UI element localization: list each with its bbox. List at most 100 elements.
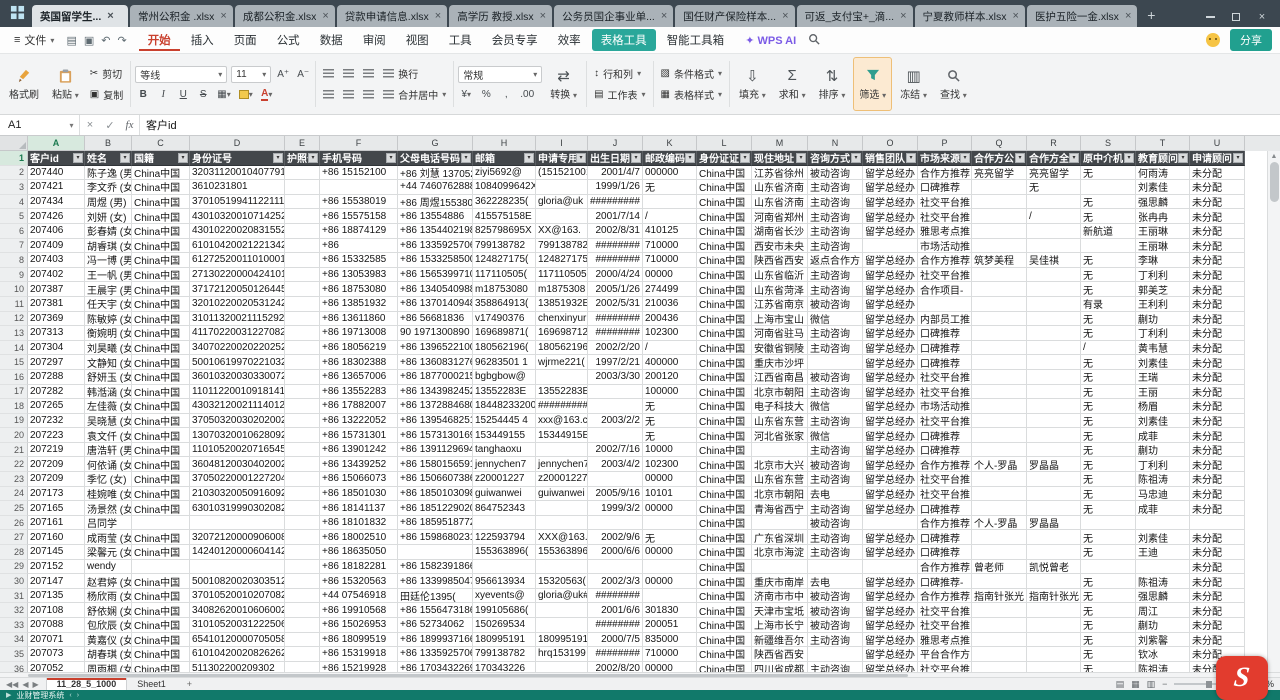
cell[interactable] — [536, 370, 588, 385]
cell[interactable]: 田廷伦1395( — [398, 589, 473, 604]
decimal-buttons[interactable]: .00 — [518, 87, 536, 103]
cell[interactable] — [588, 560, 643, 575]
cell[interactable] — [285, 516, 320, 531]
cell[interactable]: / — [643, 209, 697, 224]
cell[interactable]: 1999/3/2 — [588, 501, 643, 516]
cell[interactable]: 10000 — [643, 443, 697, 458]
cell[interactable]: 王瑞 — [1136, 370, 1190, 385]
filter-dropdown-icon[interactable]: ▾ — [851, 153, 861, 163]
cell[interactable] — [1027, 297, 1081, 312]
row-number[interactable]: 3 — [0, 180, 28, 195]
cell[interactable]: 无 — [643, 399, 697, 414]
file-tab[interactable]: 高学历 教授.xlsx× — [449, 5, 552, 27]
cell[interactable]: 王一帆 (男 — [85, 268, 132, 283]
header-cell[interactable]: 合作方全▾ — [1027, 151, 1081, 166]
cell[interactable]: 唐浩轩 (男 — [85, 443, 132, 458]
cell[interactable] — [1027, 633, 1081, 648]
cell[interactable]: China中国 — [697, 385, 752, 400]
cell[interactable]: China中国 — [697, 312, 752, 327]
cell[interactable]: China中国 — [132, 428, 190, 443]
cell[interactable]: 无 — [1081, 662, 1136, 672]
cell[interactable]: China中国 — [697, 253, 752, 268]
cell[interactable]: China中国 — [697, 166, 752, 181]
cell[interactable]: 无 — [643, 530, 697, 545]
header-cell[interactable]: 身份证证▾ — [697, 151, 752, 166]
cell[interactable]: 黄韦慧 — [1136, 341, 1190, 356]
cell[interactable] — [1027, 399, 1081, 414]
cell[interactable]: 凯悦曾老 — [1027, 560, 1081, 575]
conditional-format-button[interactable]: ▧条件格式▾ — [658, 65, 725, 82]
cell[interactable]: +86 18101832 — [320, 516, 398, 531]
cell[interactable]: China中国 — [697, 282, 752, 297]
cell[interactable]: China中国 — [697, 414, 752, 429]
cell[interactable]: 未分配 — [1190, 530, 1245, 545]
cell[interactable]: 微信 — [808, 399, 863, 414]
taskbar-app-label[interactable]: 业财管理系统 — [16, 690, 64, 700]
cell[interactable]: 180995191 — [536, 633, 588, 648]
cell[interactable]: China中国 — [132, 297, 190, 312]
cell[interactable] — [752, 516, 808, 531]
cell[interactable]: 罗晶晶 — [1027, 516, 1081, 531]
header-cell[interactable]: 申请专用▾ — [536, 151, 588, 166]
close-tab-icon[interactable]: × — [900, 10, 906, 22]
cell[interactable]: +86 18302388 — [320, 355, 398, 370]
cell[interactable]: 留学总经办 — [863, 297, 918, 312]
cell[interactable] — [285, 370, 320, 385]
cell[interactable]: 310113200211152925 — [190, 312, 285, 327]
cell[interactable] — [972, 487, 1027, 502]
vertical-scroll-thumb[interactable] — [1270, 162, 1279, 202]
cell[interactable]: 207282 — [28, 385, 85, 400]
cell[interactable]: 无 — [1081, 209, 1136, 224]
cell[interactable]: 市场活动推 — [918, 239, 972, 254]
cell[interactable] — [643, 560, 697, 575]
filter-dropdown-icon[interactable]: ▾ — [1124, 153, 1134, 163]
menu-item[interactable]: 工具 — [440, 29, 481, 51]
table-style-button[interactable]: ▦表格样式▾ — [658, 86, 725, 103]
cell[interactable] — [972, 428, 1027, 443]
cell[interactable]: 未分配 — [1190, 166, 1245, 181]
cell[interactable]: 被动咨询 — [808, 457, 863, 472]
cell[interactable] — [1081, 180, 1136, 195]
cell[interactable]: 2000/4/24 — [588, 268, 643, 283]
cell[interactable]: 钦冰 — [1136, 647, 1190, 662]
cell[interactable] — [285, 282, 320, 297]
cell[interactable]: 无 — [643, 414, 697, 429]
cell[interactable]: 北京市朝阳 — [752, 385, 808, 400]
cell[interactable]: China中国 — [132, 385, 190, 400]
file-tab[interactable]: 国任财产保险样本...× — [675, 5, 794, 27]
cell[interactable]: 刘妍 (女) — [85, 209, 132, 224]
header-cell[interactable]: 原中介机▾ — [1081, 151, 1136, 166]
cell[interactable]: 山东省济南 — [752, 195, 808, 210]
cell[interactable]: 612725200110100019 — [190, 253, 285, 268]
header-cell[interactable]: 咨询方式▾ — [808, 151, 863, 166]
cell[interactable]: 13851932E — [536, 297, 588, 312]
cell[interactable]: +86 15320563 — [320, 574, 398, 589]
cell[interactable]: 吴佳祺 — [1027, 253, 1081, 268]
vertical-scrollbar[interactable]: ▲ — [1267, 151, 1280, 672]
cell[interactable]: 未分配 — [1190, 180, 1245, 195]
cell[interactable] — [190, 516, 285, 531]
cell[interactable] — [285, 487, 320, 502]
cell[interactable] — [1027, 224, 1081, 239]
cell[interactable]: 2003/3/30 — [588, 370, 643, 385]
cell[interactable]: 180995191 — [473, 633, 536, 648]
close-button[interactable]: × — [1256, 11, 1268, 23]
cell[interactable]: 口碑推荐 — [918, 180, 972, 195]
cell[interactable]: +86 1703432269 — [398, 662, 473, 672]
filter-dropdown-icon[interactable]: ▾ — [796, 153, 806, 163]
cell[interactable]: (151521001 — [536, 166, 588, 181]
minimize-button[interactable] — [1204, 11, 1216, 23]
cell[interactable]: 赵君婷 (女 — [85, 574, 132, 589]
cell[interactable]: 留学总经办 — [863, 166, 918, 181]
cell[interactable]: chenxinyur — [536, 312, 588, 327]
cell[interactable]: 未分配 — [1190, 297, 1245, 312]
cell[interactable]: 无 — [643, 428, 697, 443]
cell[interactable]: 胡睿琪 (女 — [85, 239, 132, 254]
cell[interactable]: China中国 — [132, 414, 190, 429]
cell[interactable]: 社交平台推 — [918, 414, 972, 429]
column-header[interactable]: A — [28, 136, 85, 151]
cell[interactable]: 重庆市南岸 — [752, 574, 808, 589]
cell[interactable]: 被动咨询 — [808, 603, 863, 618]
cell[interactable]: 周雨桐 (女 — [85, 662, 132, 672]
insert-function-button[interactable]: fx — [120, 115, 140, 135]
